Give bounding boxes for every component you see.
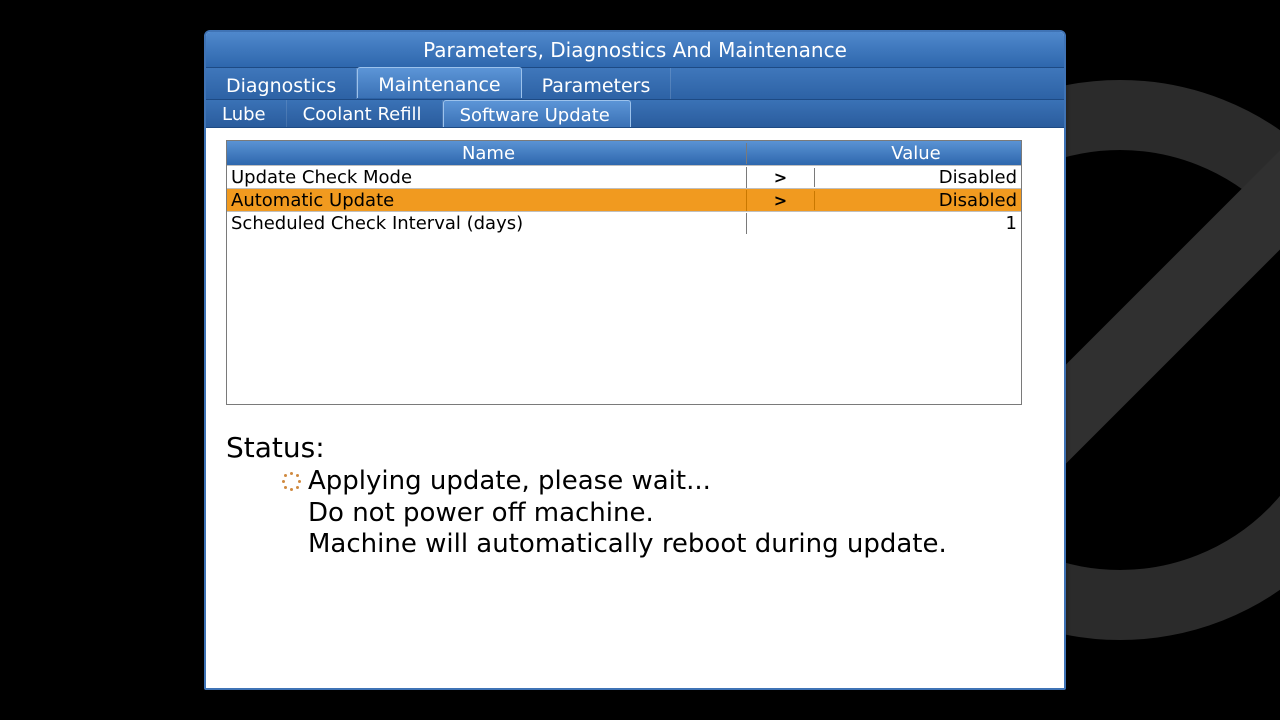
table-row[interactable]: Automatic Update > Disabled [227, 188, 1021, 211]
cell-value: Disabled [815, 167, 1021, 188]
subtab-label: Lube [222, 104, 266, 125]
window-title: Parameters, Diagnostics And Maintenance [423, 38, 847, 62]
table-row[interactable]: Update Check Mode > Disabled [227, 165, 1021, 188]
spinner-icon [282, 472, 300, 490]
sub-tabs: Lube Coolant Refill Software Update [206, 100, 1064, 128]
cell-value: Disabled [815, 190, 1021, 211]
tab-label: Diagnostics [226, 75, 336, 97]
status-line: Do not power off machine. [308, 498, 1048, 530]
table-header: Name Value [227, 141, 1021, 165]
main-window: Parameters, Diagnostics And Maintenance … [204, 30, 1066, 690]
cell-name: Scheduled Check Interval (days) [227, 213, 747, 234]
cell-name: Automatic Update [227, 190, 747, 211]
parameters-table: Name Value Update Check Mode > Disabled … [226, 140, 1022, 405]
status-area: Status: Applying update, please wait... … [226, 431, 1048, 561]
cell-arrow: > [747, 168, 815, 187]
table-empty-area [227, 234, 1021, 404]
subtab-coolant-refill[interactable]: Coolant Refill [287, 100, 443, 127]
window-titlebar: Parameters, Diagnostics And Maintenance [206, 32, 1064, 68]
subtab-label: Coolant Refill [303, 104, 422, 125]
tab-maintenance[interactable]: Maintenance [357, 67, 521, 98]
tab-parameters[interactable]: Parameters [522, 68, 672, 99]
tab-label: Parameters [542, 75, 651, 97]
tab-label: Maintenance [378, 74, 500, 96]
cell-name: Update Check Mode [227, 167, 747, 188]
status-line: Machine will automatically reboot during… [308, 529, 1048, 561]
cell-arrow: > [747, 191, 815, 210]
subtab-label: Software Update [460, 105, 610, 126]
tab-diagnostics[interactable]: Diagnostics [206, 68, 357, 99]
top-tabs: Diagnostics Maintenance Parameters [206, 68, 1064, 100]
header-name: Name [227, 143, 747, 164]
status-text: Applying update, please wait... [308, 466, 711, 496]
subtab-lube[interactable]: Lube [206, 100, 287, 127]
status-label: Status: [226, 431, 1048, 464]
header-value: Value [815, 143, 1021, 164]
status-lines: Applying update, please wait... Do not p… [308, 466, 1048, 561]
cell-value: 1 [815, 213, 1021, 234]
status-line: Applying update, please wait... [308, 466, 1048, 498]
table-body: Update Check Mode > Disabled Automatic U… [227, 165, 1021, 404]
content-pane: Name Value Update Check Mode > Disabled … [206, 128, 1064, 688]
subtab-software-update[interactable]: Software Update [443, 100, 631, 127]
table-row[interactable]: Scheduled Check Interval (days) 1 [227, 211, 1021, 234]
